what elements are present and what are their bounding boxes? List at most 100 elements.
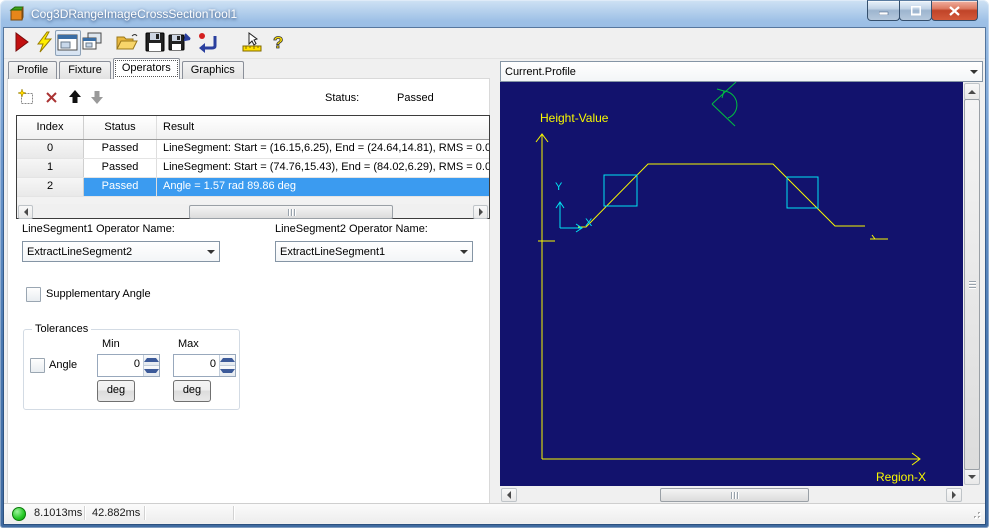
spin-up-button[interactable] <box>144 355 159 365</box>
plot-horizontal-scrollbar[interactable] <box>500 487 963 502</box>
triangle-up-icon <box>968 89 976 94</box>
open-file-button[interactable] <box>115 30 139 54</box>
operator-results-table: Index Status Result 0 Passed LineSegment… <box>16 115 490 219</box>
image-display-icon <box>57 34 78 51</box>
run-time: 8.1013ms <box>34 507 83 519</box>
save-file-button[interactable] <box>143 30 167 54</box>
help-button[interactable]: ? <box>266 30 290 54</box>
run-button[interactable] <box>10 30 34 54</box>
scroll-thumb[interactable] <box>964 99 980 470</box>
open-folder-icon <box>116 34 138 50</box>
min-label: Min <box>102 338 120 350</box>
max-label: Max <box>178 338 199 350</box>
scroll-left-button[interactable] <box>501 488 517 502</box>
marker-x-label: X <box>585 217 593 229</box>
delete-operator-button[interactable] <box>44 89 60 105</box>
marker-y-label: Y <box>555 181 563 193</box>
display-selector-combobox[interactable]: Current.Profile <box>500 61 983 82</box>
status-value: Passed <box>397 92 434 104</box>
column-header-result[interactable]: Result <box>157 116 489 139</box>
copy-display-icon <box>82 32 102 50</box>
tab-operators[interactable]: Operators <box>112 58 180 79</box>
save-as-icon <box>168 33 191 51</box>
reset-button[interactable] <box>196 30 220 54</box>
scroll-thumb[interactable] <box>660 488 809 502</box>
scroll-right-button[interactable] <box>946 488 962 502</box>
spin-down-button[interactable] <box>144 365 159 376</box>
chevron-down-icon <box>203 242 219 261</box>
angle-tolerance-checkbox[interactable] <box>30 358 45 373</box>
close-icon <box>949 5 960 16</box>
scroll-thumb[interactable] <box>189 205 393 219</box>
angle-min-field[interactable]: 0 <box>97 354 160 377</box>
status-bar: 8.1013ms 42.882ms <box>4 503 985 523</box>
chevron-down-icon <box>456 242 472 261</box>
column-header-index[interactable]: Index <box>17 116 84 139</box>
save-file-as-button[interactable] <box>168 30 192 54</box>
resize-grip-icon[interactable] <box>970 508 982 520</box>
copy-image-display-button[interactable] <box>80 30 104 54</box>
main-toolbar: ? <box>4 28 985 59</box>
maximize-button[interactable] <box>899 0 932 21</box>
angle-max-field[interactable]: 0 <box>173 354 236 377</box>
linesegment2-combobox[interactable]: ExtractLineSegment1 <box>275 241 473 262</box>
table-row-selected[interactable]: 2 Passed Angle = 1.57 rad 89.86 deg <box>17 178 489 197</box>
column-header-status[interactable]: Status <box>84 116 157 139</box>
total-time: 42.882ms <box>92 507 141 519</box>
add-operator-button[interactable] <box>17 88 34 105</box>
spin-down-button[interactable] <box>220 365 235 376</box>
table-horizontal-scrollbar[interactable] <box>17 204 489 219</box>
reset-icon <box>199 33 217 53</box>
save-icon <box>145 32 165 52</box>
minimize-icon <box>878 11 888 15</box>
scroll-right-button[interactable] <box>473 205 488 219</box>
arrow-down-icon <box>91 91 103 104</box>
minimize-button[interactable] <box>867 0 900 21</box>
live-run-button[interactable] <box>33 30 57 54</box>
tab-fixture[interactable]: Fixture <box>59 61 111 79</box>
arrow-up-icon <box>69 90 81 103</box>
close-button[interactable] <box>931 0 978 21</box>
triangle-down-icon <box>968 474 976 479</box>
show-image-display-button[interactable] <box>55 30 81 56</box>
help-glyph: ? <box>273 33 283 52</box>
tolerances-groupbox: Tolerances Min Max Angle 0 0 deg deg <box>23 323 240 410</box>
pointer-tool-button[interactable] <box>240 30 264 54</box>
table-row[interactable]: 0 Passed LineSegment: Start = (16.15,6.2… <box>17 140 489 159</box>
tab-strip: Profile Fixture Operators Graphics <box>8 58 246 79</box>
graphics-panel: Current.Profile Height-Value Region-X Y … <box>497 61 985 503</box>
triangle-left-icon <box>507 491 511 499</box>
linesegment2-label: LineSegment2 Operator Name: <box>275 223 428 235</box>
delete-icon <box>46 92 57 103</box>
tab-graphics[interactable]: Graphics <box>181 61 244 79</box>
move-operator-down-button[interactable] <box>89 89 105 105</box>
angle-min-unit-button[interactable]: deg <box>97 380 135 402</box>
table-header-row: Index Status Result <box>17 116 489 140</box>
triangle-right-icon <box>478 208 483 216</box>
supplementary-angle-checkbox[interactable] <box>26 287 41 302</box>
profile-plot[interactable]: Height-Value Region-X Y X <box>500 81 963 486</box>
triangle-right-icon <box>952 491 956 499</box>
tab-profile[interactable]: Profile <box>8 61 58 79</box>
status-label: Status: <box>325 92 360 104</box>
angle-max-unit-button[interactable]: deg <box>173 380 211 402</box>
operators-tab-page: Status: Passed Index Status Result 0 Pas… <box>8 79 490 504</box>
linesegment1-combobox[interactable]: ExtractLineSegment2 <box>22 241 220 262</box>
scroll-up-button[interactable] <box>964 83 980 100</box>
run-icon <box>15 32 29 52</box>
pointer-ruler-icon <box>242 32 262 52</box>
spin-up-button[interactable] <box>220 355 235 365</box>
linesegment1-label: LineSegment1 Operator Name: <box>22 223 175 235</box>
triangle-left-icon <box>23 208 28 216</box>
window-title: Cog3DRangeImageCrossSectionTool1 <box>31 7 238 21</box>
angle-label: Angle <box>49 359 78 371</box>
move-operator-up-button[interactable] <box>67 89 83 105</box>
plot-vertical-scrollbar[interactable] <box>963 82 980 486</box>
y-axis-label: Height-Value <box>540 111 609 125</box>
scroll-left-button[interactable] <box>18 205 33 219</box>
tolerances-title: Tolerances <box>32 323 92 335</box>
table-row[interactable]: 1 Passed LineSegment: Start = (74.76,15.… <box>17 159 489 178</box>
scroll-down-button[interactable] <box>964 468 980 485</box>
app-icon <box>9 6 24 21</box>
title-bar[interactable]: Cog3DRangeImageCrossSectionTool1 <box>0 0 989 28</box>
